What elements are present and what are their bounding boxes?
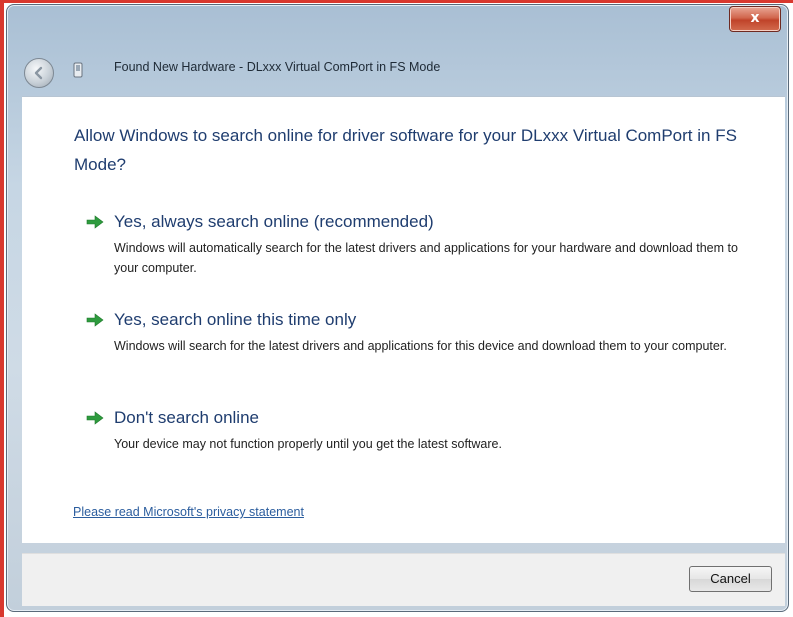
green-arrow-icon bbox=[86, 411, 104, 425]
option-dont-search[interactable]: Don't search online Your device may not … bbox=[86, 408, 776, 454]
option-title: Don't search online bbox=[114, 408, 259, 427]
option-title: Yes, always search online (recommended) bbox=[114, 212, 434, 231]
close-icon: x bbox=[750, 10, 760, 26]
window-title: Found New Hardware - DLxxx Virtual ComPo… bbox=[114, 60, 441, 74]
close-button[interactable]: x bbox=[729, 6, 781, 32]
back-arrow-icon bbox=[34, 66, 43, 80]
red-border-top bbox=[0, 0, 793, 3]
option-description: Windows will automatically search for th… bbox=[114, 241, 738, 275]
green-arrow-icon bbox=[86, 215, 104, 229]
page-question: Allow Windows to search online for drive… bbox=[74, 126, 737, 174]
hardware-icon bbox=[73, 62, 83, 78]
button-bar bbox=[22, 553, 785, 606]
privacy-statement-link[interactable]: Please read Microsoft's privacy statemen… bbox=[73, 505, 304, 519]
option-always-search[interactable]: Yes, always search online (recommended) … bbox=[86, 212, 776, 275]
option-title: Yes, search online this time only bbox=[114, 310, 357, 329]
cancel-button[interactable]: Cancel bbox=[689, 566, 772, 592]
red-border-left bbox=[0, 0, 4, 617]
green-arrow-icon bbox=[86, 313, 104, 327]
option-search-once[interactable]: Yes, search online this time only Window… bbox=[86, 310, 776, 370]
back-button[interactable] bbox=[24, 58, 54, 88]
option-description: Your device may not function properly un… bbox=[114, 437, 502, 451]
option-description: Windows will search for the latest drive… bbox=[114, 339, 727, 353]
